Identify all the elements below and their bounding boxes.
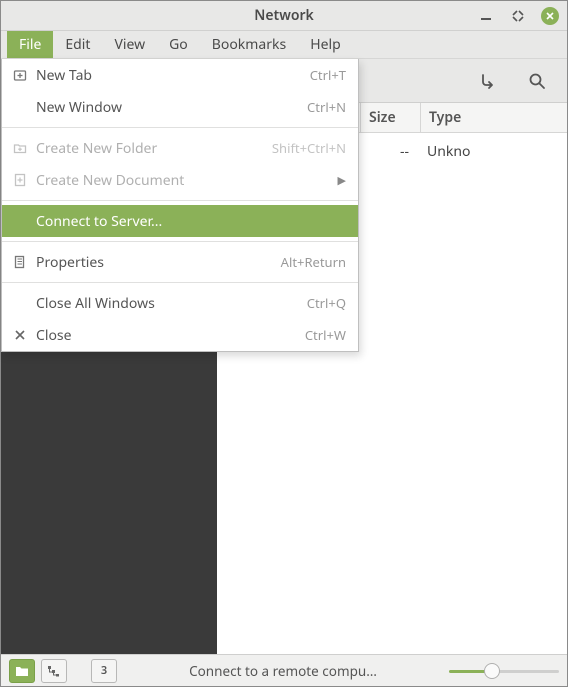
file-manager-window: Network File Edit View Go Bookmarks Help — [0, 0, 568, 687]
show-details-button[interactable]: 3 — [91, 659, 117, 683]
menu-separator — [2, 127, 358, 128]
status-text: Connect to a remote compu… — [123, 662, 443, 680]
menu-create-folder: Create New Folder Shift+Ctrl+N — [2, 132, 358, 164]
menu-create-document: Create New Document ▶ — [2, 164, 358, 196]
menu-new-tab-accel: Ctrl+T — [310, 66, 346, 84]
menu-create-folder-label: Create New Folder — [36, 139, 264, 158]
menu-connect-server-label: Connect to Server... — [36, 212, 346, 231]
menu-help[interactable]: Help — [298, 31, 353, 58]
blank-icon — [12, 213, 28, 229]
close-icon — [545, 11, 555, 21]
menu-file[interactable]: File — [7, 31, 53, 58]
menu-view[interactable]: View — [102, 31, 157, 58]
new-folder-icon — [12, 140, 28, 156]
menu-close-all-accel: Ctrl+Q — [307, 294, 346, 312]
zoom-track — [449, 670, 559, 673]
maximize-icon — [512, 10, 524, 22]
toggle-location-icon — [480, 72, 498, 90]
tree-icon — [47, 665, 61, 677]
menu-create-folder-accel: Shift+Ctrl+N — [272, 139, 346, 157]
tree-view-button[interactable] — [41, 659, 67, 683]
menu-separator — [2, 241, 358, 242]
row-size-cell: -- — [361, 142, 421, 161]
detail-label: 3 — [101, 663, 107, 678]
blank-icon — [12, 295, 28, 311]
menu-properties-label: Properties — [36, 253, 273, 272]
column-type-label: Type — [429, 108, 461, 127]
menu-new-tab-label: New Tab — [36, 66, 302, 85]
menu-separator — [2, 282, 358, 283]
menu-go[interactable]: Go — [157, 31, 200, 58]
menu-close-all-label: Close All Windows — [36, 294, 299, 313]
places-view-button[interactable] — [9, 659, 35, 683]
menu-new-window-label: New Window — [36, 98, 299, 117]
window-controls — [477, 7, 559, 25]
menubar: File Edit View Go Bookmarks Help — [1, 31, 567, 59]
folder-icon — [15, 665, 29, 677]
minimize-icon — [480, 10, 492, 22]
menu-close-label: Close — [36, 326, 297, 345]
zoom-slider[interactable] — [449, 663, 559, 679]
menu-close-accel: Ctrl+W — [305, 326, 346, 344]
column-size[interactable]: Size — [361, 103, 421, 132]
search-button[interactable] — [527, 71, 547, 91]
close-menu-icon — [12, 327, 28, 343]
search-icon — [528, 72, 546, 90]
toggle-location-button[interactable] — [479, 71, 499, 91]
menu-properties[interactable]: Properties Alt+Return — [2, 246, 358, 278]
column-type[interactable]: Type — [421, 103, 567, 132]
statusbar: 3 Connect to a remote compu… — [1, 654, 567, 686]
file-menu-dropdown: New Tab Ctrl+T New Window Ctrl+N Create … — [1, 59, 359, 352]
menu-connect-server[interactable]: Connect to Server... — [2, 205, 358, 237]
menu-close-all[interactable]: Close All Windows Ctrl+Q — [2, 287, 358, 319]
zoom-thumb[interactable] — [484, 663, 500, 679]
menu-new-window[interactable]: New Window Ctrl+N — [2, 91, 358, 123]
maximize-button[interactable] — [509, 7, 527, 25]
menu-separator — [2, 200, 358, 201]
row-type-cell: Unkno — [421, 142, 567, 161]
menu-new-tab[interactable]: New Tab Ctrl+T — [2, 59, 358, 91]
titlebar: Network — [1, 1, 567, 31]
close-button[interactable] — [541, 7, 559, 25]
menu-new-window-accel: Ctrl+N — [307, 98, 346, 116]
menu-bookmarks[interactable]: Bookmarks — [200, 31, 298, 58]
menu-close[interactable]: Close Ctrl+W — [2, 319, 358, 351]
menu-properties-accel: Alt+Return — [281, 253, 346, 271]
new-document-icon — [12, 172, 28, 188]
blank-icon — [12, 99, 28, 115]
submenu-arrow-icon: ▶ — [338, 173, 346, 188]
menu-create-document-label: Create New Document — [36, 171, 330, 190]
properties-icon — [12, 254, 28, 270]
minimize-button[interactable] — [477, 7, 495, 25]
column-size-label: Size — [369, 108, 396, 127]
menu-edit[interactable]: Edit — [53, 31, 102, 58]
new-tab-icon — [12, 67, 28, 83]
